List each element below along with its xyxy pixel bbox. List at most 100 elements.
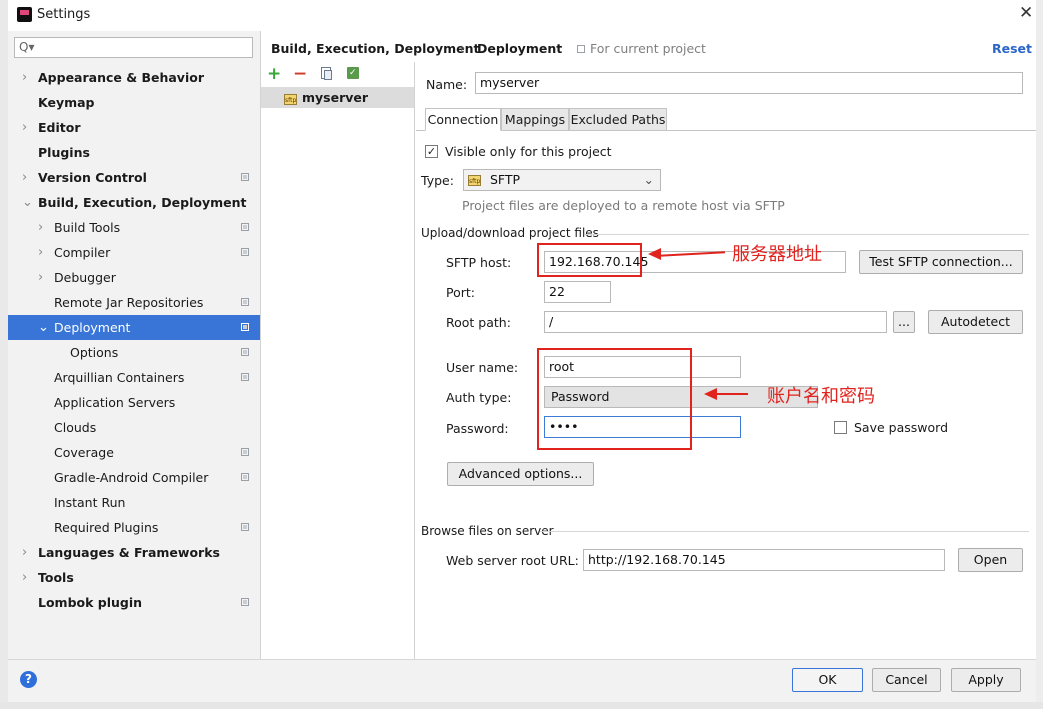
advanced-options-button[interactable]: Advanced options... <box>447 462 594 486</box>
chevron-right-icon[interactable]: › <box>22 65 27 90</box>
cancel-button[interactable]: Cancel <box>872 668 941 692</box>
right-window-edge <box>1036 0 1043 709</box>
sidebar-item-label: Version Control <box>38 170 147 185</box>
sidebar-item-debugger[interactable]: › Debugger <box>8 265 260 290</box>
sidebar-item-label: Deployment <box>54 320 131 335</box>
autodetect-button[interactable]: Autodetect <box>928 310 1023 334</box>
sidebar-item-remote-jar-repositories[interactable]: Remote Jar Repositories <box>8 290 260 315</box>
sidebar-item-label: Remote Jar Repositories <box>54 295 204 310</box>
sidebar-item-application-servers[interactable]: Application Servers <box>8 390 260 415</box>
sidebar-item-options[interactable]: Options <box>8 340 260 365</box>
sidebar-item-label: Options <box>70 345 119 360</box>
project-scope-icon <box>241 598 249 606</box>
sidebar-item-compiler[interactable]: › Compiler <box>8 240 260 265</box>
breadcrumb-separator: › <box>460 40 466 55</box>
project-scope-icon <box>241 448 249 456</box>
name-label: Name: <box>426 77 468 92</box>
project-scope-icon <box>241 223 249 231</box>
sidebar-item-required-plugins[interactable]: Required Plugins <box>8 515 260 540</box>
sidebar-item-label: Debugger <box>54 270 116 285</box>
sidebar-item-label: Editor <box>38 120 81 135</box>
root-path-label: Root path: <box>446 315 511 330</box>
test-sftp-connection-button[interactable]: Test SFTP connection... <box>859 250 1023 274</box>
tab-excluded-paths[interactable]: Excluded Paths <box>569 108 667 131</box>
chevron-down-icon[interactable]: ⌄ <box>22 190 33 215</box>
remove-server-icon[interactable]: − <box>293 64 307 84</box>
web-root-url-field[interactable]: http://192.168.70.145 <box>583 549 945 571</box>
chevron-right-icon[interactable]: › <box>38 215 43 240</box>
settings-search-input[interactable]: Q▾ <box>14 37 253 58</box>
project-scope-icon <box>241 298 249 306</box>
browse-root-path-button[interactable]: ... <box>893 311 915 333</box>
chevron-right-icon[interactable]: › <box>22 165 27 190</box>
chevron-right-icon[interactable]: › <box>22 115 27 140</box>
set-default-server-icon[interactable]: ✓ <box>347 67 359 79</box>
search-icon: Q▾ <box>19 40 35 54</box>
sidebar-item-editor[interactable]: › Editor <box>8 115 260 140</box>
sidebar-item-build-tools[interactable]: › Build Tools <box>8 215 260 240</box>
intellij-app-icon <box>17 7 32 22</box>
chevron-down-icon[interactable]: ⌄ <box>38 315 49 340</box>
sidebar-item-keymap[interactable]: Keymap <box>8 90 260 115</box>
sidebar-item-instant-run[interactable]: Instant Run <box>8 490 260 515</box>
sidebar-item-label: Application Servers <box>54 395 176 410</box>
web-root-url-label: Web server root URL: <box>446 553 579 568</box>
sidebar-item-clouds[interactable]: Clouds <box>8 415 260 440</box>
help-icon[interactable]: ? <box>20 671 37 688</box>
password-label: Password: <box>446 421 509 436</box>
chevron-right-icon[interactable]: › <box>38 240 43 265</box>
copy-server-icon[interactable] <box>321 67 332 80</box>
close-icon[interactable]: ✕ <box>1019 3 1033 23</box>
chevron-right-icon[interactable]: › <box>38 265 43 290</box>
visible-only-checkbox[interactable]: ✓ <box>425 145 438 158</box>
sidebar-item-label: Clouds <box>54 420 97 435</box>
sidebar-item-label: Lombok plugin <box>38 595 143 610</box>
sidebar-item-appearance-behavior[interactable]: › Appearance & Behavior <box>8 65 260 90</box>
upload-section-title: Upload/download project files <box>421 226 599 240</box>
tab-mappings[interactable]: Mappings <box>501 108 569 131</box>
sidebar-item-label: Tools <box>38 570 74 585</box>
sidebar-item-label: Coverage <box>54 445 114 460</box>
chevron-right-icon[interactable]: › <box>22 540 27 565</box>
host-highlight-box <box>537 243 642 277</box>
reset-link[interactable]: Reset <box>992 41 1032 56</box>
chevron-down-icon: ⌄ <box>643 172 654 187</box>
sidebar-item-tools[interactable]: › Tools <box>8 565 260 590</box>
sidebar-item-arquillian-containers[interactable]: Arquillian Containers <box>8 365 260 390</box>
apply-button[interactable]: Apply <box>951 668 1021 692</box>
sidebar-item-coverage[interactable]: Coverage <box>8 440 260 465</box>
sidebar-item-label: Build Tools <box>54 220 121 235</box>
root-path-field[interactable]: / <box>544 311 887 333</box>
sidebar-item-languages-frameworks[interactable]: › Languages & Frameworks <box>8 540 260 565</box>
project-scope-icon <box>241 473 249 481</box>
name-field[interactable]: myserver <box>475 72 1023 94</box>
tab-connection[interactable]: Connection <box>425 108 501 131</box>
save-password-label: Save password <box>854 420 949 435</box>
sftp-host-label: SFTP host: <box>446 255 512 270</box>
project-scope-icon <box>241 323 249 331</box>
open-button[interactable]: Open <box>958 548 1023 572</box>
chevron-right-icon[interactable]: › <box>22 565 27 590</box>
sidebar-item-label: Instant Run <box>54 495 126 510</box>
ok-button[interactable]: OK <box>792 668 863 692</box>
server-list-item[interactable]: sftp myserver <box>261 87 414 108</box>
breadcrumb-parent[interactable]: Build, Execution, Deployment <box>271 41 479 56</box>
sidebar-item-gradle-android-compiler[interactable]: Gradle-Android Compiler <box>8 465 260 490</box>
port-field[interactable]: 22 <box>544 281 611 303</box>
type-select[interactable]: sftp SFTP ⌄ <box>463 169 661 191</box>
save-password-checkbox[interactable] <box>834 421 847 434</box>
type-hint: Project files are deployed to a remote h… <box>462 198 785 213</box>
sidebar-item-plugins[interactable]: Plugins <box>8 140 260 165</box>
sidebar-item-deployment[interactable]: ⌄ Deployment <box>8 315 260 340</box>
port-label: Port: <box>446 285 475 300</box>
sidebar-item-version-control[interactable]: › Version Control <box>8 165 260 190</box>
sidebar-item-label: Build, Execution, Deployment <box>38 195 247 210</box>
project-scope-icon <box>241 348 249 356</box>
settings-tree: › Appearance & Behavior Keymap › Editor Plugi… <box>8 65 260 615</box>
type-value: SFTP <box>489 172 521 187</box>
sidebar-item-label: Required Plugins <box>54 520 159 535</box>
add-server-icon[interactable]: + <box>267 64 281 84</box>
project-scope-icon <box>241 248 249 256</box>
sidebar-item-lombok-plugin[interactable]: Lombok plugin <box>8 590 260 615</box>
sidebar-item-build-execution-deployment[interactable]: ⌄ Build, Execution, Deployment <box>8 190 260 215</box>
